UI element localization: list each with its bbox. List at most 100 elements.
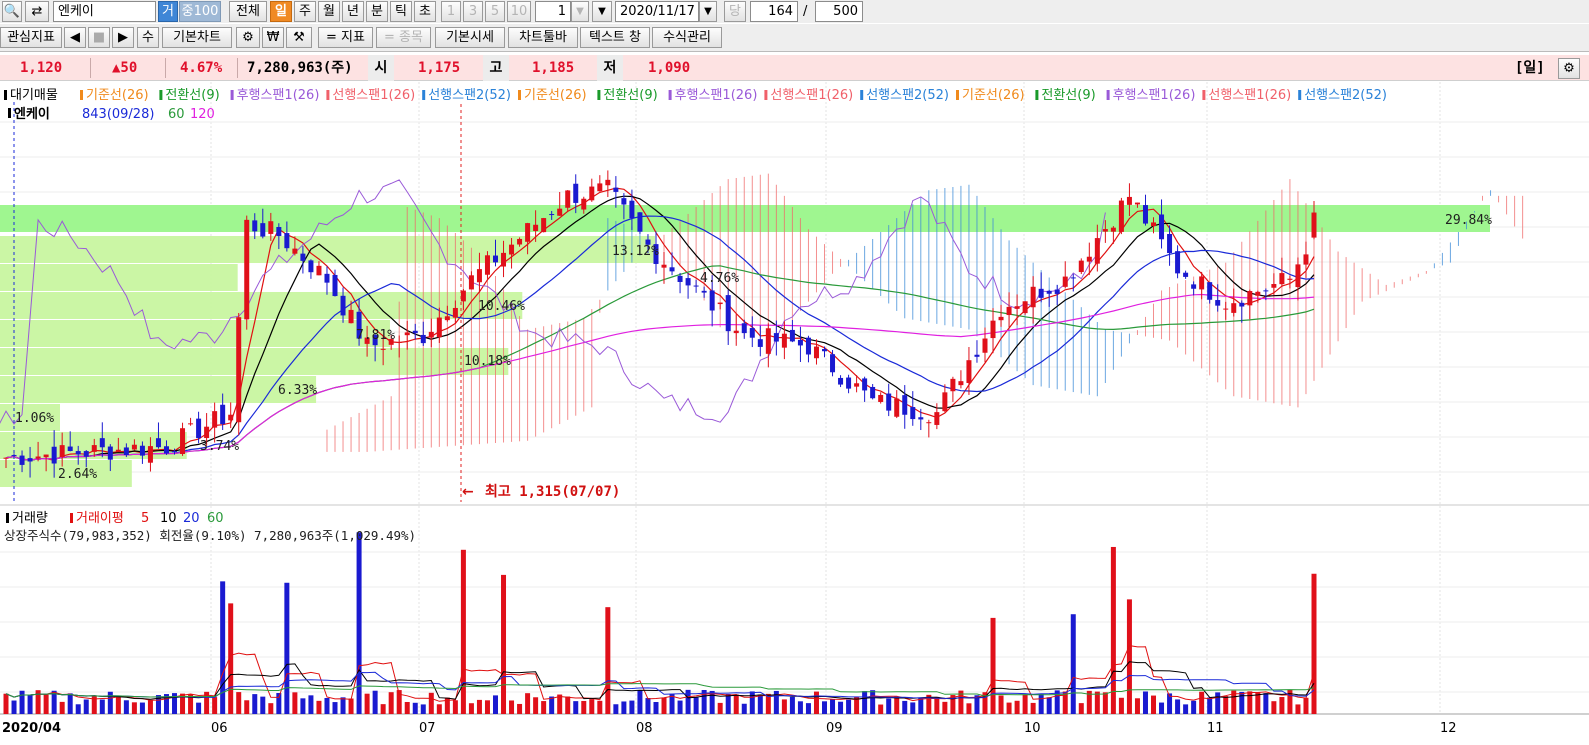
interval-3-button[interactable]: 3 — [463, 1, 483, 22]
volume-bar — [717, 702, 723, 714]
second-button[interactable]: 초 — [414, 1, 436, 22]
volume-bar — [260, 696, 266, 714]
candle-body — [725, 295, 731, 332]
candle-body — [1134, 202, 1140, 205]
date-field[interactable]: 2020/11/17 — [615, 1, 699, 22]
chart-toolbar-button[interactable]: 차트툴바 — [508, 27, 578, 48]
tick-button[interactable]: 틱 — [390, 1, 412, 22]
band-label: 29.84% — [1445, 213, 1492, 228]
candle-body — [236, 317, 242, 423]
legend-marker — [668, 90, 672, 100]
volume-bar — [581, 700, 587, 714]
search-button[interactable]: 🔍 — [2, 1, 22, 22]
ma-legend-tail: 843(09/28) — [82, 107, 154, 122]
next-button[interactable]: ▶ — [112, 27, 134, 48]
candle-body — [75, 451, 81, 455]
candle-body — [822, 349, 828, 352]
legend-item: 후행스팬1(26) — [237, 87, 320, 103]
candle-body — [966, 360, 972, 383]
tag-jung100[interactable]: 중100 — [179, 1, 221, 22]
text-window-button[interactable]: 텍스트 창 — [580, 27, 650, 48]
period-input[interactable]: 1 — [535, 1, 571, 22]
tool-button[interactable]: ⚒ — [286, 27, 312, 48]
candle-body — [83, 451, 89, 457]
overhang-band — [0, 376, 317, 403]
candle-body — [1287, 278, 1293, 280]
basic-quote-button[interactable]: 기본시세 — [435, 27, 505, 48]
volume-bar — [661, 697, 667, 714]
prev-button[interactable]: ◀ — [64, 27, 86, 48]
day-button[interactable]: 일 — [270, 1, 292, 22]
candle-body — [1110, 227, 1116, 232]
candle-body — [172, 451, 178, 453]
x-axis-labels: 2020/04 06 07 08 09 10 11 12 — [2, 721, 1457, 736]
candle-body — [1175, 251, 1181, 274]
volume-bar — [1070, 614, 1076, 714]
chevron-down-icon: ▼ — [576, 6, 584, 17]
band-label: 3.74% — [200, 439, 239, 454]
volume-bar — [131, 702, 137, 714]
interval-1-button[interactable]: 1 — [441, 1, 461, 22]
volume-bar — [934, 696, 940, 714]
options-button[interactable]: ⚙ — [1558, 58, 1580, 79]
stock-item-button[interactable]: = 종목 — [376, 27, 431, 48]
band-label: 10.46% — [478, 299, 525, 314]
interval-10-button[interactable]: 10 — [507, 1, 531, 22]
candle-body — [91, 445, 97, 452]
minute-button[interactable]: 분 — [366, 1, 388, 22]
candle-body — [1183, 272, 1189, 277]
volume-bar — [27, 695, 33, 714]
formula-manage-button[interactable]: 수식관리 — [652, 27, 722, 48]
week-button[interactable]: 주 — [294, 1, 316, 22]
volume-bar — [509, 700, 515, 714]
date-dropdown-button[interactable]: ▼ — [699, 1, 717, 22]
candle-body — [862, 378, 868, 391]
year-button[interactable]: 년 — [342, 1, 364, 22]
interval-5-button[interactable]: 5 — [485, 1, 505, 22]
stop-button[interactable]: ■ — [88, 27, 110, 48]
candle-body — [741, 323, 747, 334]
candle-body — [830, 354, 836, 373]
tag-geo[interactable]: 거 — [158, 1, 178, 22]
chart-area[interactable]: 29.84% 13.12% 4.76% 10.46% 7.81% 10.18% … — [0, 82, 1589, 745]
all-period-button[interactable]: 전체 — [229, 1, 267, 22]
quote-separator — [165, 58, 166, 78]
candle-body — [99, 438, 105, 448]
legend-marker — [159, 90, 163, 100]
volume-bar — [645, 698, 651, 714]
band-label: 1.06% — [15, 411, 54, 426]
candle-body — [51, 446, 57, 464]
ma-legend-60: 60 — [168, 107, 185, 122]
volume-bar — [1183, 704, 1189, 714]
volume-bar — [1247, 691, 1253, 714]
month-button[interactable]: 월 — [318, 1, 340, 22]
candle-body — [918, 417, 924, 420]
stock-name-field[interactable]: 엔케이 — [53, 1, 156, 22]
su-button[interactable]: 수 — [137, 27, 159, 48]
dropdown-button[interactable]: ▼ — [592, 1, 612, 22]
chevron-down-icon: ▼ — [704, 6, 712, 17]
candle-body — [789, 329, 795, 342]
volume-bar — [741, 703, 747, 714]
candle-body — [163, 446, 169, 454]
legend-marker — [422, 90, 426, 100]
settings-button[interactable]: ⚙ — [236, 27, 260, 48]
legend-marker — [597, 90, 601, 100]
basic-chart-button[interactable]: 기본차트 — [162, 27, 232, 48]
candle-body — [1199, 276, 1205, 290]
gear-icon: ⚙ — [242, 30, 254, 45]
dang-button[interactable]: 당 — [724, 1, 746, 22]
volume-bar — [533, 697, 539, 714]
indicator-button[interactable]: = 지표 — [318, 27, 373, 48]
candle-body — [220, 404, 226, 425]
candle-body — [629, 200, 635, 219]
interest-indicator-button[interactable]: 관심지표 — [0, 27, 62, 48]
volume-bar — [870, 690, 876, 714]
data-count-input[interactable]: 164 — [750, 1, 798, 22]
total-count-input[interactable]: 500 — [815, 1, 863, 22]
refresh-button[interactable]: ⇄ — [25, 1, 49, 22]
won-button[interactable]: ₩ — [262, 27, 284, 48]
volume-bar — [115, 696, 121, 714]
candle-body — [974, 354, 980, 357]
period-spin-button[interactable]: ▼ — [571, 1, 589, 22]
